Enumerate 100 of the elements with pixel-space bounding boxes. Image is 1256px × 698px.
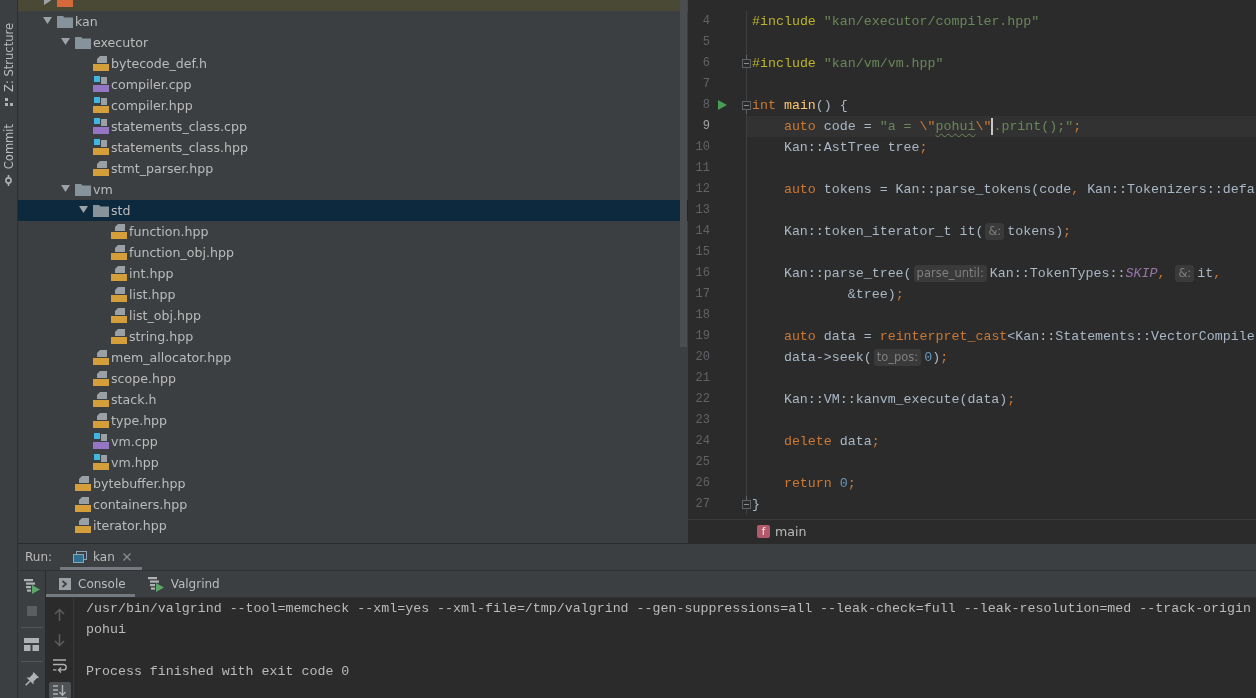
code-text: Kan::token_iterator_t it(	[783, 222, 984, 240]
code-text: data->seek(	[783, 348, 872, 366]
tree-item[interactable]: statements_class.cpp	[18, 115, 688, 137]
code-text: tokens);	[1007, 222, 1072, 240]
layout-icon[interactable]	[24, 638, 39, 651]
tree-item[interactable]: function.hpp	[18, 220, 688, 242]
line-number: 22	[695, 391, 710, 407]
tree-item[interactable]: bytecode_def.h	[18, 52, 688, 74]
tree-item[interactable]: vm	[18, 178, 688, 200]
code-text: delete data;	[783, 432, 880, 450]
tree-item[interactable]: kan	[18, 10, 688, 32]
tree-item[interactable]: stmt_parser.hpp	[18, 157, 688, 179]
code-text: Kan::parse_tree(	[783, 264, 912, 282]
code-text: Kan::AstTree tree;	[783, 138, 928, 156]
line-number: 18	[695, 307, 710, 323]
code-text: #include "kan/vm/vm.hpp"	[752, 54, 944, 72]
tree-item[interactable]: statements_class.hpp	[18, 136, 688, 158]
code-text: auto code = "a = \"pohui\"	[783, 117, 992, 135]
fold-marker-icon[interactable]	[742, 54, 751, 68]
caret-down-icon[interactable]	[61, 185, 70, 193]
run-icon[interactable]	[717, 100, 727, 110]
tree-item[interactable]: bytebuffer.hpp	[18, 472, 688, 494]
console-line: Process finished with exit code 0	[86, 663, 350, 681]
line-number: 4	[702, 13, 710, 29]
code-text: auto tokens = Kan::parse_tokens(code, Kan::Tokenizers::defa	[783, 180, 1255, 198]
caret-down-icon[interactable]	[43, 17, 52, 25]
tree-item[interactable]: executor	[18, 31, 688, 53]
caret-down-icon[interactable]	[79, 206, 88, 214]
tool-window-button[interactable]: Commit	[1, 121, 16, 189]
line-number: 20	[695, 349, 710, 365]
tree-item[interactable]: function_obj.hpp	[18, 241, 688, 263]
line-number: 26	[695, 475, 710, 491]
tree-item[interactable]: containers.hpp	[18, 493, 688, 515]
structure-icon	[4, 97, 13, 106]
line-number: 14	[695, 223, 710, 239]
pin-icon[interactable]	[24, 671, 39, 686]
function-icon: f	[757, 525, 770, 538]
fold-marker-icon[interactable]	[742, 495, 751, 509]
commit-icon	[4, 175, 13, 187]
tree-item[interactable]: std	[18, 199, 688, 221]
code-text: Kan::VM::kanvm_execute(data);	[783, 390, 1016, 408]
close-icon[interactable]	[122, 553, 131, 561]
scroll-to-end-icon[interactable]	[48, 682, 71, 698]
line-number: 27	[695, 496, 710, 512]
text-cursor	[991, 117, 994, 135]
code-text: auto data = reinterpret_cast<Kan::Statements::VectorCompile	[783, 327, 1255, 345]
tool-window-button[interactable]: Z: Structure	[1, 21, 16, 108]
inlay-hint: parse_until:	[913, 264, 987, 282]
tree-item[interactable]: string.hpp	[18, 325, 688, 347]
console-line: pohui	[86, 621, 126, 639]
fold-marker-icon[interactable]	[742, 100, 751, 114]
inlay-hint: to_pos:	[873, 348, 922, 366]
tab[interactable]: Valgrind	[134, 571, 229, 597]
folder-icon	[75, 182, 91, 196]
code-text: Kan::TokenTypes::SKIP,	[989, 264, 1167, 282]
code-text: int main() {	[752, 96, 848, 114]
line-number: 24	[695, 433, 710, 449]
code-text: }	[752, 495, 760, 513]
inlay-hint: &:	[1175, 264, 1195, 282]
code-text: &tree);	[847, 285, 904, 303]
tree-item[interactable]: list.hpp	[18, 283, 688, 305]
breadcrumb-item[interactable]: f main	[757, 524, 807, 539]
scrollbar[interactable]	[680, 0, 687, 347]
code-text: it,	[1197, 264, 1222, 282]
tree-item[interactable]: compiler.cpp	[18, 73, 688, 95]
line-number: 16	[695, 265, 710, 281]
line-number: 10	[695, 139, 710, 155]
stacked-play-icon[interactable]	[23, 577, 40, 594]
line-number: 11	[695, 160, 710, 176]
tree-item[interactable]: stack.h	[18, 388, 688, 410]
folder-icon	[75, 35, 91, 49]
caret-down-icon[interactable]	[61, 38, 70, 46]
tree-item[interactable]: vm.cpp	[18, 430, 688, 452]
line-number: 7	[702, 76, 710, 92]
inlay-hint: &:	[985, 222, 1005, 240]
tree-item[interactable]: scope.hpp	[18, 367, 688, 389]
line-number: 17	[695, 286, 710, 302]
soft-wrap-icon[interactable]	[52, 659, 67, 673]
line-number: 9	[702, 118, 710, 134]
tree-item[interactable]: mem_allocator.hpp	[18, 346, 688, 368]
line-number: 8	[702, 97, 710, 113]
tree-item[interactable]: vm.hpp	[18, 451, 688, 473]
tree-item[interactable]: int.hpp	[18, 262, 688, 284]
tree-item[interactable]: type.hpp	[18, 409, 688, 431]
line-number: 25	[695, 454, 710, 470]
line-number: 13	[695, 202, 710, 218]
tree-item[interactable]: iterator.hpp	[18, 514, 688, 536]
window-icon	[73, 551, 88, 563]
code-text: #include "kan/executor/compiler.hpp"	[752, 12, 1040, 30]
line-number: 19	[695, 328, 710, 344]
code-text: return 0;	[783, 474, 856, 492]
tree-item[interactable]: list_obj.hpp	[18, 304, 688, 326]
tree-item[interactable]: compiler.hpp	[18, 94, 688, 116]
line-number: 15	[695, 244, 710, 260]
folder-icon	[57, 14, 73, 28]
code-text: .print();";	[993, 117, 1082, 135]
tab[interactable]: kan	[60, 544, 142, 570]
line-number: 23	[695, 412, 710, 428]
line-number: 5	[702, 34, 710, 50]
line-number: 12	[695, 181, 710, 197]
